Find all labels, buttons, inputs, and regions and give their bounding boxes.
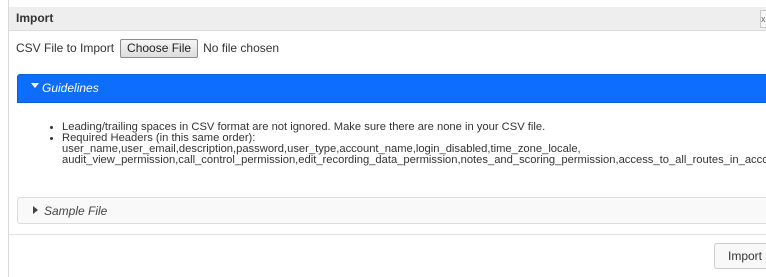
guidelines-accordion-header[interactable]: Guidelines xyxy=(17,74,766,103)
close-icon[interactable]: x xyxy=(760,10,766,28)
list-item: Required Headers (in this same order): u… xyxy=(50,132,766,166)
sample-file-label: Sample File xyxy=(44,204,108,218)
file-status-text: No file chosen xyxy=(203,41,280,55)
choose-file-button[interactable]: Choose File xyxy=(120,38,199,58)
triangle-down-icon xyxy=(31,83,39,88)
guidelines-label: Guidelines xyxy=(42,81,99,95)
triangle-right-icon xyxy=(33,206,38,214)
guidelines-list: Leading/trailing spaces in CSV format ar… xyxy=(50,121,766,166)
dialog-title: Import xyxy=(16,11,54,25)
dialog-titlebar: Import x xyxy=(9,7,766,31)
import-button[interactable]: Import xyxy=(714,243,766,269)
import-dialog: Import x CSV File to Import Choose File … xyxy=(8,0,766,277)
file-import-row: CSV File to Import Choose File No file c… xyxy=(16,37,279,59)
required-headers-line-2: audit_view_permission,call_control_permi… xyxy=(62,154,766,166)
csv-file-label: CSV File to Import xyxy=(16,41,115,55)
footer-divider xyxy=(9,234,766,235)
sample-file-accordion-header[interactable]: Sample File xyxy=(17,197,766,224)
